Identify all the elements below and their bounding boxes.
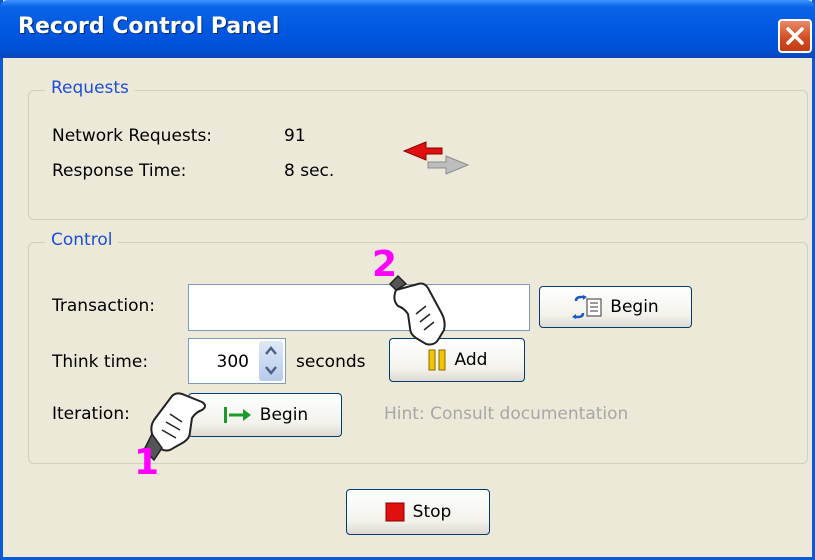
- network-requests-value: 91: [284, 126, 306, 146]
- network-activity-icon: [402, 141, 470, 175]
- transaction-begin-button[interactable]: Begin: [539, 286, 692, 328]
- transaction-input[interactable]: [188, 284, 530, 331]
- hint-text: Hint: Consult documentation: [384, 404, 629, 424]
- think-time-spinner[interactable]: 300: [188, 338, 286, 384]
- think-time-label: Think time:: [52, 352, 149, 372]
- window-title: Record Control Panel: [18, 14, 280, 39]
- transaction-label: Transaction:: [52, 296, 155, 316]
- stop-button[interactable]: Stop: [346, 489, 490, 535]
- stop-button-label: Stop: [412, 502, 452, 522]
- stop-icon: [385, 502, 405, 522]
- think-time-unit: seconds: [296, 352, 366, 372]
- spin-down-icon[interactable]: [263, 364, 279, 376]
- pointing-hand-icon: [388, 274, 446, 346]
- transaction-begin-icon: [572, 295, 602, 319]
- requests-legend: Requests: [45, 78, 135, 98]
- close-button[interactable]: [778, 19, 812, 53]
- step-into-icon: [223, 407, 251, 423]
- spin-up-icon[interactable]: [263, 345, 279, 357]
- think-time-spinner-buttons[interactable]: [259, 341, 283, 381]
- response-time-label: Response Time:: [52, 161, 187, 181]
- iteration-begin-label: Begin: [259, 405, 309, 425]
- transaction-begin-label: Begin: [610, 297, 659, 317]
- network-requests-label: Network Requests:: [52, 126, 213, 146]
- iteration-label: Iteration:: [52, 404, 130, 424]
- close-icon: [786, 27, 804, 45]
- think-time-value: 300: [216, 352, 249, 372]
- response-time-value: 8 sec.: [284, 161, 335, 181]
- callout-number-1: 1: [134, 442, 160, 483]
- add-button-label: Add: [454, 350, 488, 370]
- control-legend: Control: [45, 230, 119, 250]
- title-bar[interactable]: Record Control Panel: [0, 0, 815, 58]
- callout-number-2: 2: [372, 244, 398, 285]
